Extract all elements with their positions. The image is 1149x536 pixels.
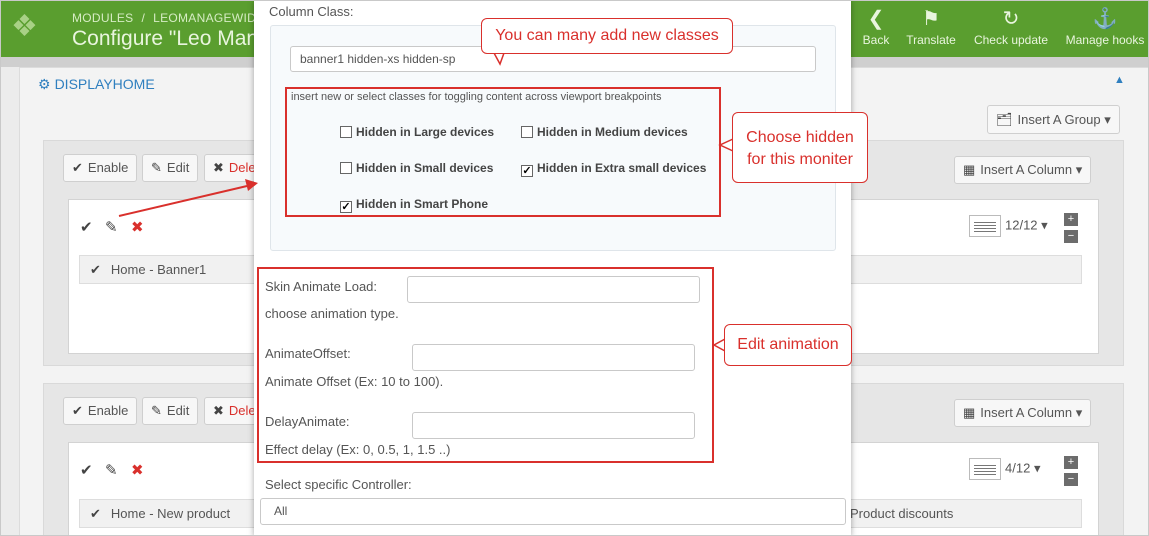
annotation-arrows: [118, 52, 734, 353]
choose-hidden-line1: Choose hidden: [746, 129, 854, 146]
add-classes-callout: You can many add new classes: [481, 18, 733, 54]
red-arrow-head: [245, 179, 258, 191]
choose-hidden-line2: for this moniter: [747, 151, 853, 168]
screenshot-frame: ❖ MODULES / LEOMANAGEWIDG Configure "Leo M…: [0, 0, 1149, 536]
edit-animation-callout: Edit animation: [724, 324, 852, 366]
choose-hidden-callout: Choose hidden for this moniter: [732, 112, 868, 183]
red-arrow-line: [118, 185, 248, 217]
callout-tail: [492, 52, 506, 66]
